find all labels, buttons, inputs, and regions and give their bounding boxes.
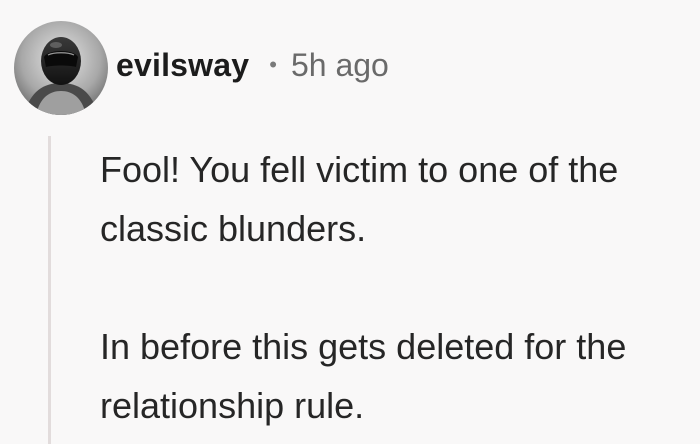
comment-header: evilsway • 5h ago — [14, 18, 389, 118]
thread-line[interactable] — [48, 136, 51, 444]
comment-body: Fool! You fell victim to one of the clas… — [100, 140, 690, 435]
username[interactable]: evilsway — [116, 47, 249, 84]
helmet-avatar-icon — [14, 21, 108, 115]
comment-paragraph: In before this gets deleted for the rela… — [100, 326, 627, 426]
timestamp: 5h ago — [290, 46, 389, 83]
comment: evilsway • 5h ago Fool! You fell victim … — [0, 0, 700, 444]
avatar[interactable] — [14, 21, 108, 115]
comment-paragraph: Fool! You fell victim to one of the clas… — [100, 149, 619, 249]
separator-dot: • — [269, 52, 277, 77]
